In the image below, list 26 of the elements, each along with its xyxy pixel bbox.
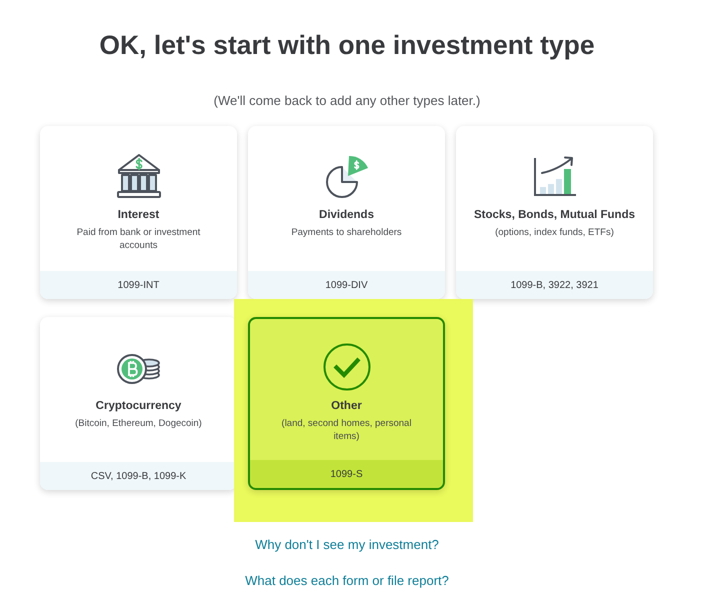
tile-title: Other <box>331 399 362 414</box>
tile-description: (Bitcoin, Ethereum, Dogecoin) <box>74 417 203 430</box>
tile-description: Paid from bank or investment accounts <box>76 226 202 252</box>
form-codes: 1099-DIV <box>248 271 445 299</box>
page-subtitle: (We'll come back to add any other types later.) <box>214 92 480 110</box>
help-link[interactable]: What does each form or file report? <box>245 572 449 590</box>
check-circle-icon <box>322 343 370 391</box>
form-codes: 1099-S <box>250 460 443 488</box>
investment-tile[interactable]: Other (land, second homes, personal items) 1099-S <box>248 317 445 490</box>
page-title: OK, let's start with one investment type <box>99 29 595 61</box>
investment-tile[interactable]: Dividends Payments to shareholders 1099-DIV <box>248 126 445 299</box>
form-codes: 1099-INT <box>40 271 237 299</box>
tile-description: (options, index funds, ETFs) <box>494 226 615 239</box>
form-codes: 1099-B, 3922, 3921 <box>456 271 653 299</box>
investment-tile[interactable]: Cryptocurrency (Bitcoin, Ethereum, Dogecoin) CSV, 1099-B, 1099-K <box>40 317 237 490</box>
tile-description: (land, second homes, personal items) <box>280 417 412 443</box>
bank-icon <box>114 152 162 200</box>
tile-description: Payments to shareholders <box>290 226 403 239</box>
form-codes: CSV, 1099-B, 1099-K <box>40 462 237 490</box>
tile-title: Stocks, Bonds, Mutual Funds <box>474 208 635 223</box>
tile-title: Cryptocurrency <box>96 399 182 414</box>
tile-title: Dividends <box>319 208 374 223</box>
investment-tile[interactable]: Interest Paid from bank or investment accounts 1099-INT <box>40 126 237 299</box>
investment-tile[interactable]: Stocks, Bonds, Mutual Funds (options, index funds, ETFs) 1099-B, 3922, 3921 <box>456 126 653 299</box>
tile-title: Interest <box>118 208 160 223</box>
help-link[interactable]: Why don't I see my investment? <box>255 536 439 554</box>
